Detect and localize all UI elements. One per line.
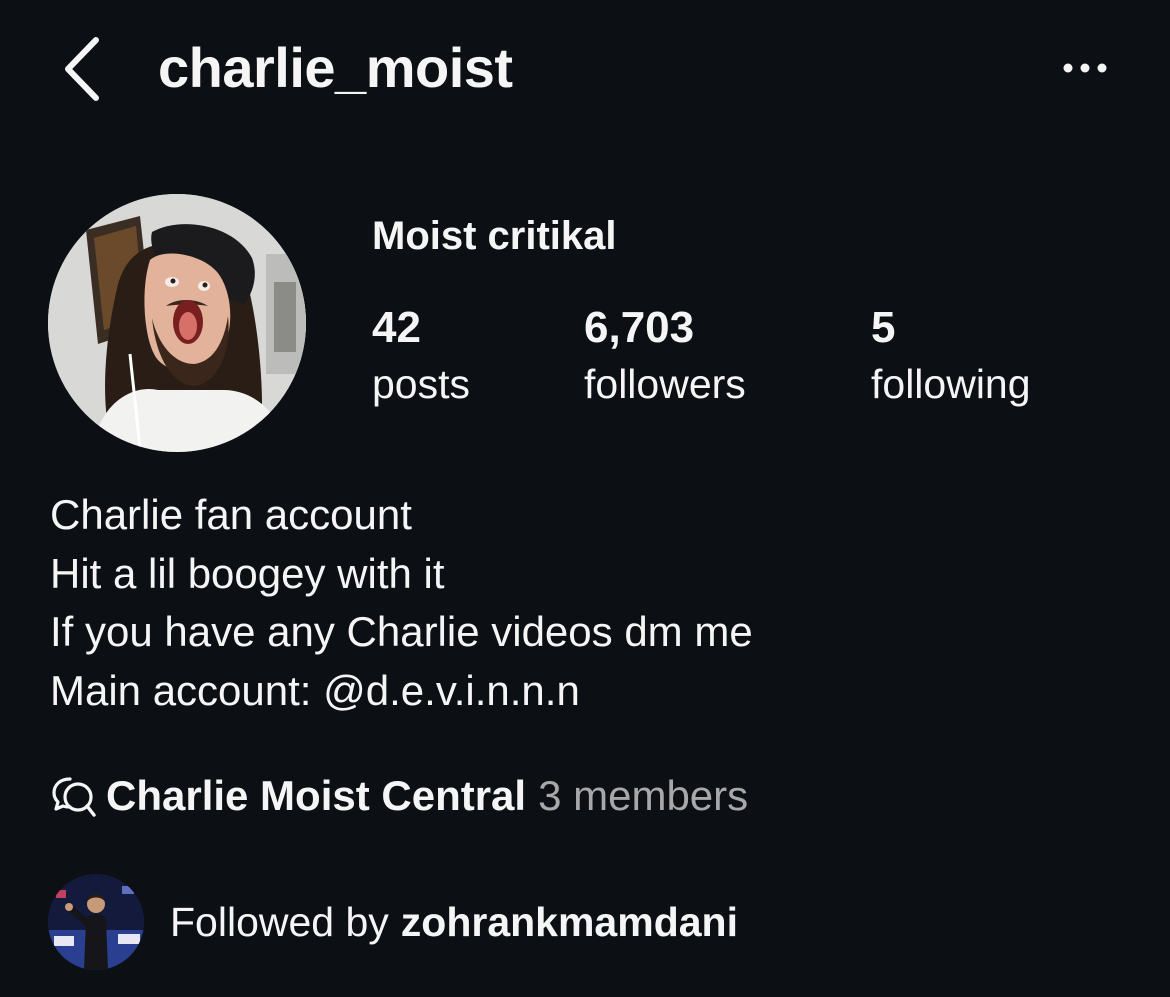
followed-by-row[interactable]: Followed by zohrankmamdani <box>48 874 738 970</box>
bio-line-mention[interactable]: Main account: @d.e.v.i.n.n.n <box>50 662 753 721</box>
chevron-left-icon <box>65 37 99 101</box>
bio-line: If you have any Charlie videos dm me <box>50 608 753 655</box>
back-button[interactable] <box>58 34 110 104</box>
profile-username: charlie_moist <box>158 36 513 99</box>
following-count[interactable]: 5 following <box>871 300 1031 412</box>
bio-line: Hit a lil boogey with it <box>50 549 445 597</box>
followed-by-text: Followed by zohrankmamdani <box>170 899 738 946</box>
posts-label: posts <box>372 361 470 407</box>
followed-by-username[interactable]: zohrankmamdani <box>401 899 738 945</box>
following-label: following <box>871 361 1031 407</box>
chat-bubbles-icon <box>50 771 100 821</box>
more-options-button[interactable] <box>1052 50 1122 86</box>
followed-by-label: Followed by <box>170 898 389 945</box>
top-nav-bar: charlie_moist <box>0 0 1170 140</box>
posts-count[interactable]: 42 posts <box>372 300 470 412</box>
profile-avatar[interactable] <box>48 194 306 452</box>
posts-number: 42 <box>372 303 421 352</box>
community-members: 3 members <box>538 772 749 819</box>
community-channel-link[interactable]: Charlie Moist Central 3 members <box>50 766 748 826</box>
follower-avatar <box>48 874 144 970</box>
following-number: 5 <box>871 303 896 352</box>
profile-page: charlie_moist Moist critikal 42 posts 6,… <box>0 0 1170 997</box>
bio-line: Charlie fan account <box>50 491 412 538</box>
profile-photo <box>48 194 306 452</box>
followers-number: 6,703 <box>584 303 695 352</box>
community-name: Charlie Moist Central <box>106 772 527 819</box>
followers-count[interactable]: 6,703 followers <box>584 300 746 412</box>
profile-bio: Charlie fan account Hit a lil boogey wit… <box>50 486 753 720</box>
followers-label: followers <box>584 361 746 407</box>
display-name: Moist critikal <box>372 214 617 258</box>
more-horizontal-icon <box>1063 63 1107 73</box>
